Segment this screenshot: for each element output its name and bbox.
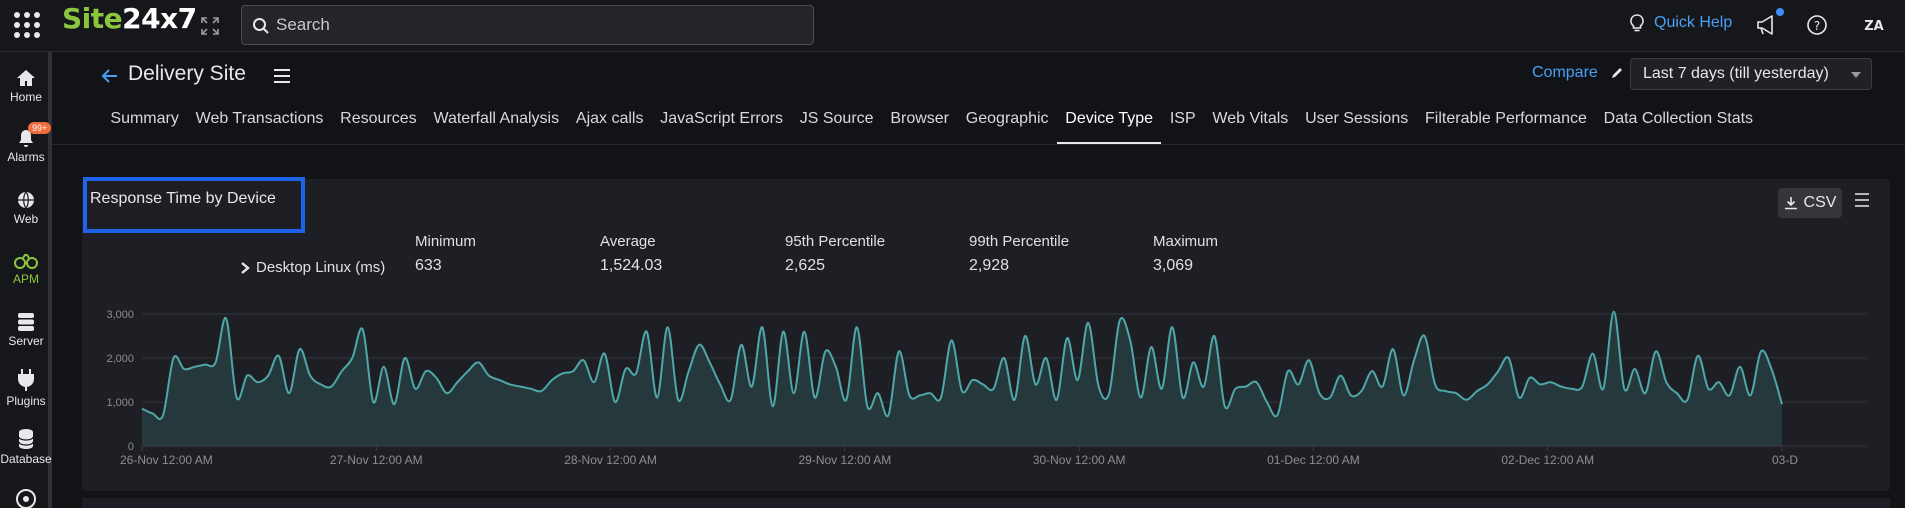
globe-icon <box>18 191 34 209</box>
quick-help-link[interactable]: Quick Help <box>1628 13 1732 33</box>
sidebar-item-plugins[interactable]: Plugins <box>0 368 52 408</box>
chevron-down-icon <box>1851 72 1861 78</box>
x-tick-label: 01-Dec 12:00 AM <box>1267 453 1360 467</box>
panel-menu-icon[interactable] <box>1853 191 1871 209</box>
sidebar-item-alarms[interactable]: 99+ Alarms <box>0 122 52 164</box>
date-range-select[interactable]: Last 7 days (till yesterday) <box>1630 58 1872 90</box>
sidebar-item-label: Server <box>8 334 44 348</box>
y-tick-label: 3,000 <box>106 309 134 321</box>
sidebar-item-server[interactable]: Server <box>0 312 52 348</box>
y-tick-label: 0 <box>128 441 134 453</box>
page-title: Delivery Site <box>128 62 246 85</box>
zoho-account-icon[interactable]: ZA <box>1860 12 1888 38</box>
y-tick-label: 2,000 <box>106 353 134 365</box>
search-icon <box>253 18 269 34</box>
tab-browser[interactable]: Browser <box>882 110 957 144</box>
date-range-value: Last 7 days (till yesterday) <box>1643 65 1829 82</box>
x-tick-label: 27-Nov 12:00 AM <box>330 453 423 467</box>
stat-value-p99: 2,928 <box>969 257 1010 274</box>
tab-user-sessions[interactable]: User Sessions <box>1297 110 1417 144</box>
server-icon <box>18 313 34 331</box>
quick-help-label: Quick Help <box>1654 14 1733 31</box>
sidebar-item-home[interactable]: Home <box>0 68 52 104</box>
svg-text:?: ? <box>1814 19 1820 33</box>
x-tick-label: 30-Nov 12:00 AM <box>1033 453 1126 467</box>
logo-text-24x7: 24x7 <box>122 2 197 35</box>
tab-summary[interactable]: Summary <box>102 110 187 144</box>
x-tick-label: 28-Nov 12:00 AM <box>564 453 657 467</box>
x-tick-label: 03-D <box>1772 453 1798 467</box>
home-icon <box>17 70 35 86</box>
tab-waterfall-analysis[interactable]: Waterfall Analysis <box>425 110 567 144</box>
tabs-divider <box>52 144 1905 145</box>
stat-value-p95: 2,625 <box>785 257 826 274</box>
back-arrow-icon[interactable] <box>100 66 120 86</box>
lightbulb-icon <box>1630 14 1644 32</box>
tab-bar: Summary Web Transactions Resources Water… <box>102 110 1761 144</box>
next-panel-edge <box>82 498 1890 508</box>
response-time-chart: 0 1,000 2,000 3,000 26-Nov 12:00 AM 27-Nov 12… <box>106 309 1867 467</box>
tab-web-vitals[interactable]: Web Vitals <box>1204 110 1297 144</box>
x-tick-label: 02-Dec 12:00 AM <box>1501 453 1594 467</box>
tab-ajax-calls[interactable]: Ajax calls <box>568 110 652 144</box>
app-grid-icon[interactable] <box>14 12 40 38</box>
stat-header-minimum: Minimum <box>415 233 476 250</box>
y-tick-label: 1,000 <box>106 397 134 409</box>
tab-data-collection-stats[interactable]: Data Collection Stats <box>1595 110 1761 144</box>
tab-geographic[interactable]: Geographic <box>957 110 1057 144</box>
pencil-icon[interactable] <box>1610 66 1624 80</box>
expand-icon[interactable] <box>200 16 220 36</box>
tab-js-source[interactable]: JS Source <box>791 110 882 144</box>
sidebar-item-label: Plugins <box>6 394 46 408</box>
plug-icon <box>18 369 34 391</box>
tab-resources[interactable]: Resources <box>332 110 425 144</box>
title-highlight-box <box>83 177 305 233</box>
stat-value-average: 1,524.03 <box>600 257 663 274</box>
announcement-icon[interactable] <box>1754 12 1780 38</box>
tab-filterable-performance[interactable]: Filterable Performance <box>1417 110 1596 144</box>
database-icon <box>18 429 34 449</box>
series-row-label: Desktop Linux (ms) <box>256 259 386 276</box>
tab-device-type[interactable]: Device Type <box>1056 110 1162 144</box>
x-tick-label: 26-Nov 12:00 AM <box>120 453 213 467</box>
stat-value-minimum: 633 <box>415 257 442 274</box>
search-box[interactable] <box>241 5 814 45</box>
sidebar-item-label: Home <box>9 90 42 104</box>
kubernetes-icon[interactable] <box>14 486 38 508</box>
tab-isp[interactable]: ISP <box>1161 110 1204 144</box>
stat-header-p95: 95th Percentile <box>785 233 886 250</box>
sidebar-item-label: Web <box>13 212 39 226</box>
sidebar-item-label: APM <box>12 272 39 286</box>
x-tick-label: 29-Nov 12:00 AM <box>798 453 891 467</box>
svg-text:ZA: ZA <box>1864 19 1884 34</box>
compare-link[interactable]: Compare <box>1532 64 1598 82</box>
sidebar-item-web[interactable]: Web <box>0 190 52 226</box>
csv-label: CSV <box>1803 194 1837 211</box>
logo-text-site: Site <box>62 2 123 35</box>
help-icon[interactable]: ? <box>1804 12 1830 38</box>
sidebar-item-database[interactable]: Database <box>0 428 52 466</box>
stat-header-average: Average <box>600 233 656 250</box>
stat-header-p99: 99th Percentile <box>969 233 1070 250</box>
stat-value-maximum: 3,069 <box>1153 257 1194 274</box>
tab-web-transactions[interactable]: Web Transactions <box>187 110 332 144</box>
search-input[interactable] <box>276 12 796 38</box>
notification-dot <box>1776 8 1784 16</box>
sidebar-item-apm[interactable]: APM <box>0 252 52 286</box>
series-row-toggle[interactable]: Desktop Linux (ms) <box>240 259 385 276</box>
sidebar-item-label: Database <box>0 452 52 466</box>
site24x7-logo[interactable]: Site24x7 <box>62 2 197 35</box>
tab-javascript-errors[interactable]: JavaScript Errors <box>652 110 791 144</box>
chevron-right-icon <box>241 261 250 274</box>
binoculars-icon <box>14 254 38 269</box>
sidebar-item-label: Alarms <box>7 150 45 164</box>
alarm-count-badge: 99+ <box>28 122 52 134</box>
csv-download-button[interactable]: CSV <box>1778 188 1842 218</box>
hamburger-menu-icon[interactable] <box>272 66 292 86</box>
download-icon <box>1784 197 1797 210</box>
stat-header-maximum: Maximum <box>1153 233 1219 250</box>
